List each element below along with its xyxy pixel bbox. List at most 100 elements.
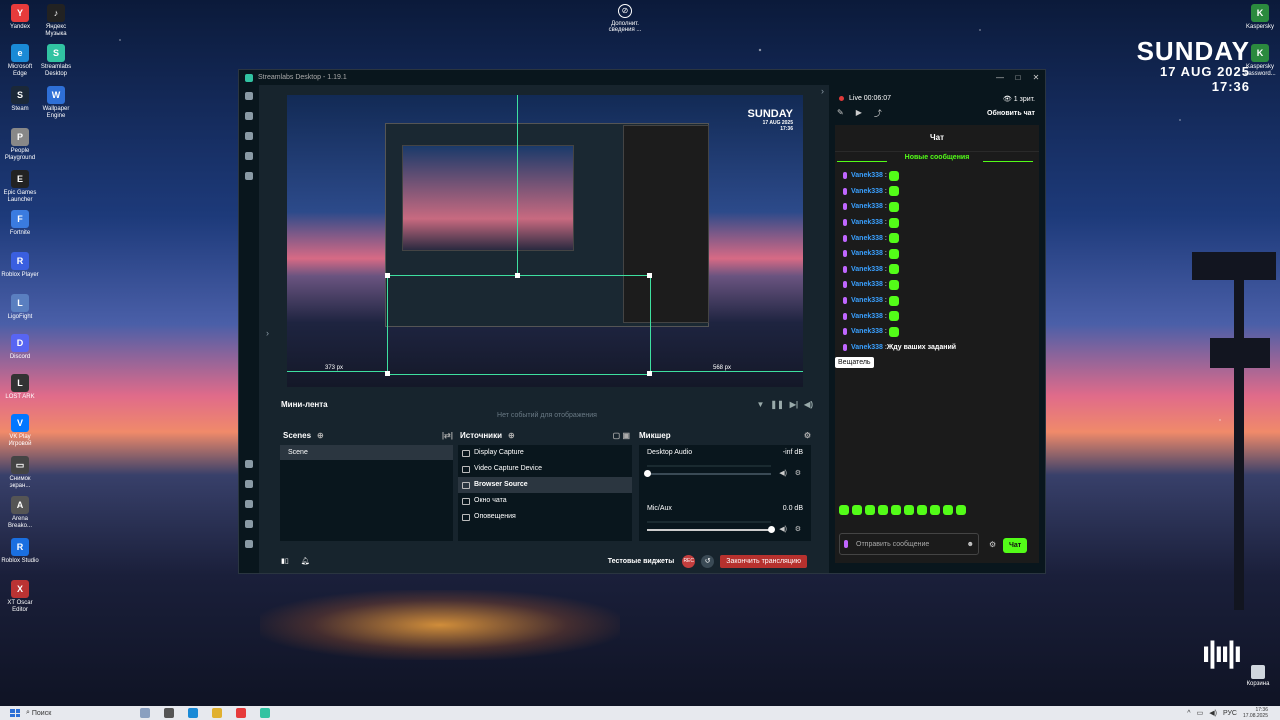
add-source-icon[interactable]: ⊕ xyxy=(508,431,515,440)
resize-handle[interactable] xyxy=(385,273,390,278)
desktop-icon-xt-oscar-editor[interactable]: X XT Oscar Editor xyxy=(0,580,40,614)
emote-icon[interactable] xyxy=(956,505,966,515)
studio-mode-icon[interactable]: ▮▯ xyxy=(281,557,289,565)
chat-username[interactable]: Vanek338 xyxy=(851,297,883,304)
desktop-icon-яндекс-музыка[interactable]: ♪ Яндекс Музыка xyxy=(36,4,76,38)
test-widgets-label[interactable]: Тестовые виджеты xyxy=(608,558,674,565)
notifications-icon[interactable]: 🔔︎ xyxy=(301,557,310,565)
mute-icon[interactable]: ◀) xyxy=(779,525,787,533)
themes-icon[interactable] xyxy=(245,152,253,160)
replay-buffer-button[interactable]: ↺ xyxy=(701,554,715,568)
desktop-icon-streamlabs-desktop[interactable]: S Streamlabs Desktop xyxy=(36,44,76,78)
editor-icon[interactable] xyxy=(245,92,253,100)
chat-username[interactable]: Vanek338 xyxy=(851,219,883,226)
start-button-icon[interactable] xyxy=(10,709,20,717)
explorer-taskbar-icon[interactable] xyxy=(212,708,222,718)
desktop-icon-ligofight[interactable]: L LigoFight xyxy=(0,294,40,321)
tray-chevron-icon[interactable]: ^ xyxy=(1187,710,1190,717)
source-item[interactable]: Video Capture Device xyxy=(458,461,632,477)
end-stream-button[interactable]: Закончить трансляцию xyxy=(720,554,807,568)
volume-slider-knob[interactable] xyxy=(644,470,651,477)
chat-username[interactable]: Vanek338 xyxy=(851,313,883,320)
chat-username[interactable]: Vanek338 xyxy=(851,281,883,288)
desktop-icon-people-playground[interactable]: P People Playground xyxy=(0,128,40,162)
selected-source-box[interactable] xyxy=(387,275,651,375)
chat-username[interactable]: Vanek338 xyxy=(851,235,883,242)
emote-icon[interactable] xyxy=(930,505,940,515)
filter-icon[interactable]: ▼ xyxy=(756,400,764,409)
edit-stream-icon[interactable]: ✎ xyxy=(837,108,844,119)
source-item[interactable]: Display Capture xyxy=(458,445,632,461)
resize-handle[interactable] xyxy=(647,273,652,278)
volume-tray-icon[interactable]: ◀) xyxy=(1209,709,1217,717)
highlighter-icon[interactable] xyxy=(245,480,253,488)
collapse-chat-icon[interactable]: › xyxy=(821,86,824,96)
emote-icon[interactable] xyxy=(878,505,888,515)
desktop-icon-roblox-studio[interactable]: R Roblox Studio xyxy=(0,538,40,565)
source-tools-icon[interactable]: ▢ ▣ xyxy=(613,431,630,440)
mixer-settings-icon[interactable]: ⚙ xyxy=(804,431,811,440)
tray-clock[interactable]: 17:36 17.08.2025 xyxy=(1243,707,1268,719)
record-button[interactable]: REC xyxy=(682,554,696,568)
channel-settings-icon[interactable]: ⚙ xyxy=(795,525,801,533)
yandex-taskbar-icon[interactable] xyxy=(236,708,246,718)
emoji-icon[interactable]: ☻ xyxy=(967,541,974,548)
resize-handle[interactable] xyxy=(385,371,390,376)
desktop-icon-vk-play-игровой[interactable]: V VK Play Игровой xyxy=(0,414,40,448)
volume-icon[interactable]: ◀) xyxy=(804,400,813,409)
desktop-icon-roblox-player[interactable]: R Roblox Player xyxy=(0,252,40,279)
desktop-icon-wallpaper-engine[interactable]: W Wallpaper Engine xyxy=(36,86,76,120)
chat-username[interactable]: Vanek338 xyxy=(851,266,883,273)
desktop-icon-lost-ark[interactable]: L LOST ARK xyxy=(0,374,40,401)
resize-handle[interactable] xyxy=(515,273,520,278)
stream-preview[interactable]: SUNDAY 17 AUG 2025 17:36 373 px 568 px xyxy=(287,95,803,387)
emote-icon[interactable] xyxy=(839,505,849,515)
settings-icon[interactable] xyxy=(245,520,253,528)
desktop-icon-epic-games-launcher[interactable]: E Epic Games Launcher xyxy=(0,170,40,204)
record-icon[interactable] xyxy=(245,172,253,180)
share-icon[interactable]: ⤴ xyxy=(874,108,882,119)
desktop-icon-microsoft-edge[interactable]: e Microsoft Edge xyxy=(0,44,40,78)
kaspersky-icon[interactable]: K Kaspersky xyxy=(1242,4,1278,31)
desktop-icon-discord[interactable]: D Discord xyxy=(0,334,40,361)
scene-transitions-icon[interactable]: |⇄| xyxy=(442,431,453,440)
volume-slider[interactable] xyxy=(647,526,775,533)
desktop-icon-yandex[interactable]: Y Yandex xyxy=(0,4,40,31)
skip-icon[interactable]: ▶| xyxy=(790,400,798,409)
source-item[interactable]: Окно чата xyxy=(458,493,632,509)
title-bar[interactable]: Streamlabs Desktop - 1.19.1 — □ ✕ xyxy=(239,70,1045,85)
maximize-button[interactable]: □ xyxy=(1009,73,1027,82)
record-clip-icon[interactable]: ▶ xyxy=(856,108,862,119)
desktop-icon-fortnite[interactable]: F Fortnite xyxy=(0,210,40,237)
tools-icon[interactable] xyxy=(245,112,253,120)
collapse-left-icon[interactable]: › xyxy=(266,328,269,338)
chat-username[interactable]: Vanek338 xyxy=(851,172,883,179)
pause-icon[interactable]: ❚❚ xyxy=(770,400,783,409)
source-item[interactable]: Browser Source xyxy=(458,477,632,493)
chat-username[interactable]: Vanek338 xyxy=(851,250,883,257)
resize-handle[interactable] xyxy=(647,371,652,376)
desktop-icon-steam[interactable]: S Steam xyxy=(0,86,40,113)
chat-settings-icon[interactable]: ⚙ xyxy=(989,540,996,549)
emote-icon[interactable] xyxy=(943,505,953,515)
emote-icon[interactable] xyxy=(917,505,927,515)
channel-settings-icon[interactable]: ⚙ xyxy=(795,469,801,477)
chat-input[interactable]: Отправить сообщение ☻ xyxy=(839,533,979,555)
taskbar-search[interactable]: ⌕ Поиск xyxy=(26,709,126,717)
mute-icon[interactable]: ◀) xyxy=(779,469,787,477)
chat-username[interactable]: Vanek338 xyxy=(851,328,883,335)
refresh-chat-button[interactable]: Обновить чат xyxy=(987,110,1035,117)
close-button[interactable]: ✕ xyxy=(1027,73,1045,82)
apps-icon[interactable] xyxy=(245,460,253,468)
network-icon[interactable]: ▭ xyxy=(1197,709,1204,717)
taskbar-widget-icon[interactable] xyxy=(140,708,150,718)
language-indicator[interactable]: РУС xyxy=(1223,710,1237,717)
volume-slider[interactable] xyxy=(644,470,771,477)
desktop-icon-arena-breako-[interactable]: A Arena Breako... xyxy=(0,496,40,530)
emote-icon[interactable] xyxy=(852,505,862,515)
profile-icon[interactable] xyxy=(245,540,253,548)
task-view-icon[interactable] xyxy=(164,708,174,718)
minimize-button[interactable]: — xyxy=(991,73,1009,82)
send-chat-button[interactable]: Чат xyxy=(1003,538,1028,553)
chat-username[interactable]: Vanek338 xyxy=(851,344,883,351)
